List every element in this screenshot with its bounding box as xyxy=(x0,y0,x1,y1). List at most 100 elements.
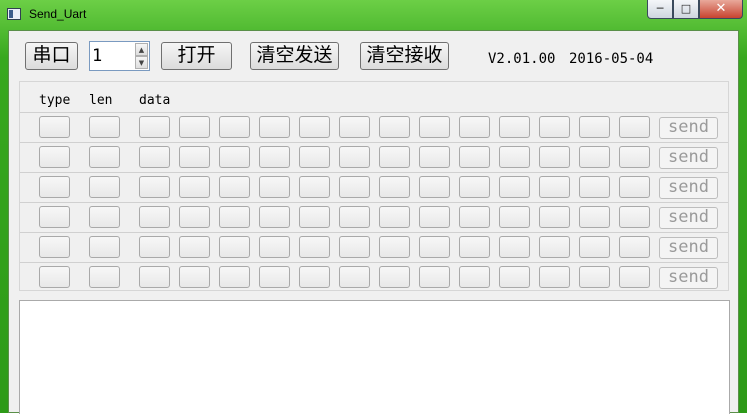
data-cell[interactable] xyxy=(459,176,490,198)
data-cell[interactable] xyxy=(339,146,370,168)
data-cell[interactable] xyxy=(579,206,610,228)
port-number-input[interactable] xyxy=(92,43,134,69)
data-cell[interactable] xyxy=(219,176,250,198)
data-cell[interactable] xyxy=(219,116,250,138)
data-cell[interactable] xyxy=(299,176,330,198)
data-cell[interactable] xyxy=(419,176,450,198)
data-cell[interactable] xyxy=(259,266,290,288)
data-cell[interactable] xyxy=(539,266,570,288)
data-cell[interactable] xyxy=(179,176,210,198)
type-cell[interactable] xyxy=(39,236,70,258)
port-button[interactable]: 串口 xyxy=(25,42,78,70)
data-cell[interactable] xyxy=(139,146,170,168)
data-cell[interactable] xyxy=(419,116,450,138)
len-cell[interactable] xyxy=(89,146,120,168)
data-cell[interactable] xyxy=(299,266,330,288)
len-cell[interactable] xyxy=(89,176,120,198)
data-cell[interactable] xyxy=(179,266,210,288)
data-cell[interactable] xyxy=(299,206,330,228)
data-cell[interactable] xyxy=(499,116,530,138)
clear-send-button[interactable]: 清空发送 xyxy=(250,42,339,70)
data-cell[interactable] xyxy=(459,116,490,138)
data-cell[interactable] xyxy=(379,116,410,138)
spin-down-icon[interactable]: ▼ xyxy=(135,56,148,69)
data-cell[interactable] xyxy=(619,116,650,138)
type-cell[interactable] xyxy=(39,146,70,168)
data-cell[interactable] xyxy=(539,176,570,198)
close-button[interactable]: ✕ xyxy=(699,0,743,19)
type-cell[interactable] xyxy=(39,206,70,228)
data-cell[interactable] xyxy=(259,236,290,258)
data-cell[interactable] xyxy=(499,266,530,288)
receive-text-area[interactable] xyxy=(19,300,730,414)
clear-receive-button[interactable]: 清空接收 xyxy=(360,42,449,70)
data-cell[interactable] xyxy=(619,146,650,168)
type-cell[interactable] xyxy=(39,116,70,138)
data-cell[interactable] xyxy=(219,146,250,168)
data-cell[interactable] xyxy=(259,116,290,138)
data-cell[interactable] xyxy=(579,116,610,138)
type-cell[interactable] xyxy=(39,266,70,288)
data-cell[interactable] xyxy=(539,236,570,258)
data-cell[interactable] xyxy=(259,206,290,228)
data-cell[interactable] xyxy=(619,206,650,228)
data-cell[interactable] xyxy=(379,266,410,288)
data-cell[interactable] xyxy=(339,266,370,288)
data-cell[interactable] xyxy=(379,176,410,198)
data-cell[interactable] xyxy=(419,206,450,228)
data-cell[interactable] xyxy=(539,146,570,168)
len-cell[interactable] xyxy=(89,266,120,288)
data-cell[interactable] xyxy=(539,116,570,138)
data-cell[interactable] xyxy=(579,146,610,168)
len-cell[interactable] xyxy=(89,116,120,138)
data-cell[interactable] xyxy=(299,236,330,258)
data-cell[interactable] xyxy=(339,176,370,198)
data-cell[interactable] xyxy=(139,266,170,288)
data-cell[interactable] xyxy=(139,176,170,198)
data-cell[interactable] xyxy=(579,266,610,288)
data-cell[interactable] xyxy=(579,176,610,198)
data-cell[interactable] xyxy=(459,236,490,258)
open-port-button[interactable]: 打开 xyxy=(161,42,232,70)
data-cell[interactable] xyxy=(259,176,290,198)
data-cell[interactable] xyxy=(179,236,210,258)
send-button[interactable]: send xyxy=(659,207,718,229)
data-cell[interactable] xyxy=(179,206,210,228)
data-cell[interactable] xyxy=(379,206,410,228)
data-cell[interactable] xyxy=(219,266,250,288)
data-cell[interactable] xyxy=(619,176,650,198)
spin-up-icon[interactable]: ▲ xyxy=(135,43,148,56)
data-cell[interactable] xyxy=(219,206,250,228)
data-cell[interactable] xyxy=(499,236,530,258)
send-button[interactable]: send xyxy=(659,117,718,139)
send-button[interactable]: send xyxy=(659,147,718,169)
data-cell[interactable] xyxy=(379,236,410,258)
data-cell[interactable] xyxy=(139,116,170,138)
data-cell[interactable] xyxy=(419,236,450,258)
data-cell[interactable] xyxy=(619,266,650,288)
data-cell[interactable] xyxy=(179,146,210,168)
data-cell[interactable] xyxy=(499,146,530,168)
data-cell[interactable] xyxy=(299,146,330,168)
title-bar[interactable]: Send_Uart ─ □ ✕ xyxy=(0,0,747,30)
data-cell[interactable] xyxy=(219,236,250,258)
send-button[interactable]: send xyxy=(659,267,718,289)
type-cell[interactable] xyxy=(39,176,70,198)
data-cell[interactable] xyxy=(459,206,490,228)
data-cell[interactable] xyxy=(339,236,370,258)
data-cell[interactable] xyxy=(499,206,530,228)
len-cell[interactable] xyxy=(89,236,120,258)
data-cell[interactable] xyxy=(619,236,650,258)
data-cell[interactable] xyxy=(419,266,450,288)
len-cell[interactable] xyxy=(89,206,120,228)
data-cell[interactable] xyxy=(339,206,370,228)
data-cell[interactable] xyxy=(459,146,490,168)
data-cell[interactable] xyxy=(299,116,330,138)
data-cell[interactable] xyxy=(139,206,170,228)
data-cell[interactable] xyxy=(579,236,610,258)
minimize-button[interactable]: ─ xyxy=(647,0,673,19)
data-cell[interactable] xyxy=(179,116,210,138)
data-cell[interactable] xyxy=(259,146,290,168)
data-cell[interactable] xyxy=(379,146,410,168)
data-cell[interactable] xyxy=(339,116,370,138)
